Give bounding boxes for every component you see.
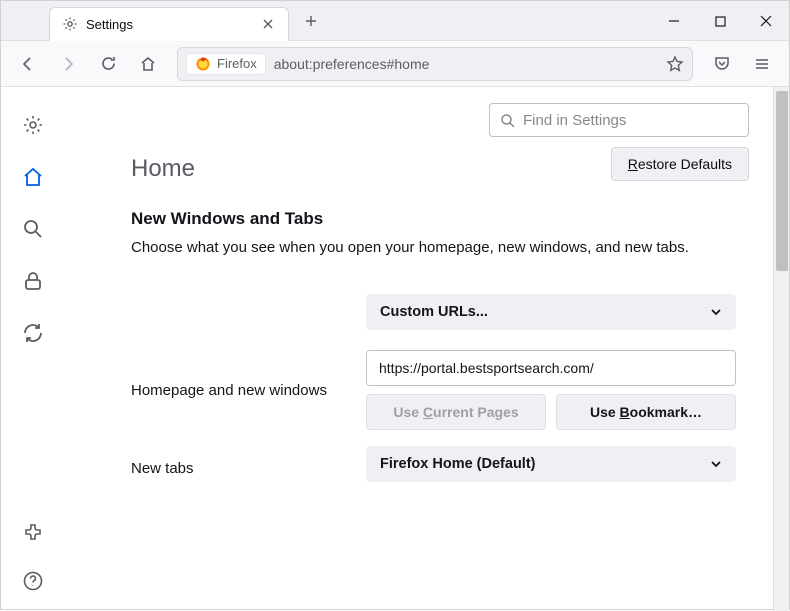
minimize-button[interactable] xyxy=(651,1,697,41)
navigation-toolbar: Firefox about:preferences#home xyxy=(1,41,789,87)
identity-box[interactable]: Firefox xyxy=(186,53,266,75)
section-heading: New Windows and Tabs xyxy=(131,209,749,229)
window-controls xyxy=(651,1,789,41)
restore-defaults-button[interactable]: Restore Defaults xyxy=(611,147,749,181)
category-search-icon[interactable] xyxy=(19,215,47,243)
close-icon[interactable] xyxy=(260,16,276,32)
firefox-icon xyxy=(195,56,211,72)
forward-button[interactable] xyxy=(51,47,85,81)
url-bar[interactable]: Firefox about:preferences#home xyxy=(177,47,693,81)
category-general-icon[interactable] xyxy=(19,111,47,139)
category-sidebar xyxy=(1,87,111,611)
settings-search-input[interactable] xyxy=(523,112,738,129)
chevron-down-icon xyxy=(710,306,722,318)
url-text: about:preferences#home xyxy=(274,56,658,72)
category-sync-icon[interactable] xyxy=(19,319,47,347)
reload-button[interactable] xyxy=(91,47,125,81)
bookmark-star-icon[interactable] xyxy=(666,55,684,73)
identity-label: Firefox xyxy=(217,56,257,71)
gear-icon xyxy=(62,16,78,32)
use-current-pages-button[interactable]: Use Current Pages xyxy=(366,394,546,430)
category-extensions-icon[interactable] xyxy=(19,519,47,547)
maximize-button[interactable] xyxy=(697,1,743,41)
settings-search[interactable] xyxy=(489,103,749,137)
homepage-url-input[interactable] xyxy=(366,350,736,386)
close-window-button[interactable] xyxy=(743,1,789,41)
category-support-icon[interactable] xyxy=(19,567,47,595)
scrollbar-thumb[interactable] xyxy=(776,91,788,271)
category-privacy-icon[interactable] xyxy=(19,267,47,295)
scrollbar[interactable] xyxy=(773,87,789,611)
home-button[interactable] xyxy=(131,47,165,81)
newtabs-label: New tabs xyxy=(131,460,366,477)
section-description: Choose what you see when you open your h… xyxy=(131,237,749,258)
chevron-down-icon xyxy=(710,458,722,470)
homepage-mode-select[interactable]: Custom URLs... xyxy=(366,294,736,330)
preferences-content: Home Restore Defaults New Windows and Ta… xyxy=(111,87,789,611)
back-button[interactable] xyxy=(11,47,45,81)
title-bar: Settings xyxy=(1,1,789,41)
newtabs-mode-select[interactable]: Firefox Home (Default) xyxy=(366,446,736,482)
app-menu-button[interactable] xyxy=(745,47,779,81)
save-to-pocket-button[interactable] xyxy=(705,47,739,81)
tab-title: Settings xyxy=(86,17,252,32)
use-bookmark-button[interactable]: Use Bookmark… xyxy=(556,394,736,430)
preferences-body: Home Restore Defaults New Windows and Ta… xyxy=(1,87,789,611)
category-home-icon[interactable] xyxy=(19,163,47,191)
browser-tab[interactable]: Settings xyxy=(49,7,289,41)
homepage-label: Homepage and new windows xyxy=(131,382,366,399)
new-tab-button[interactable] xyxy=(297,7,325,35)
